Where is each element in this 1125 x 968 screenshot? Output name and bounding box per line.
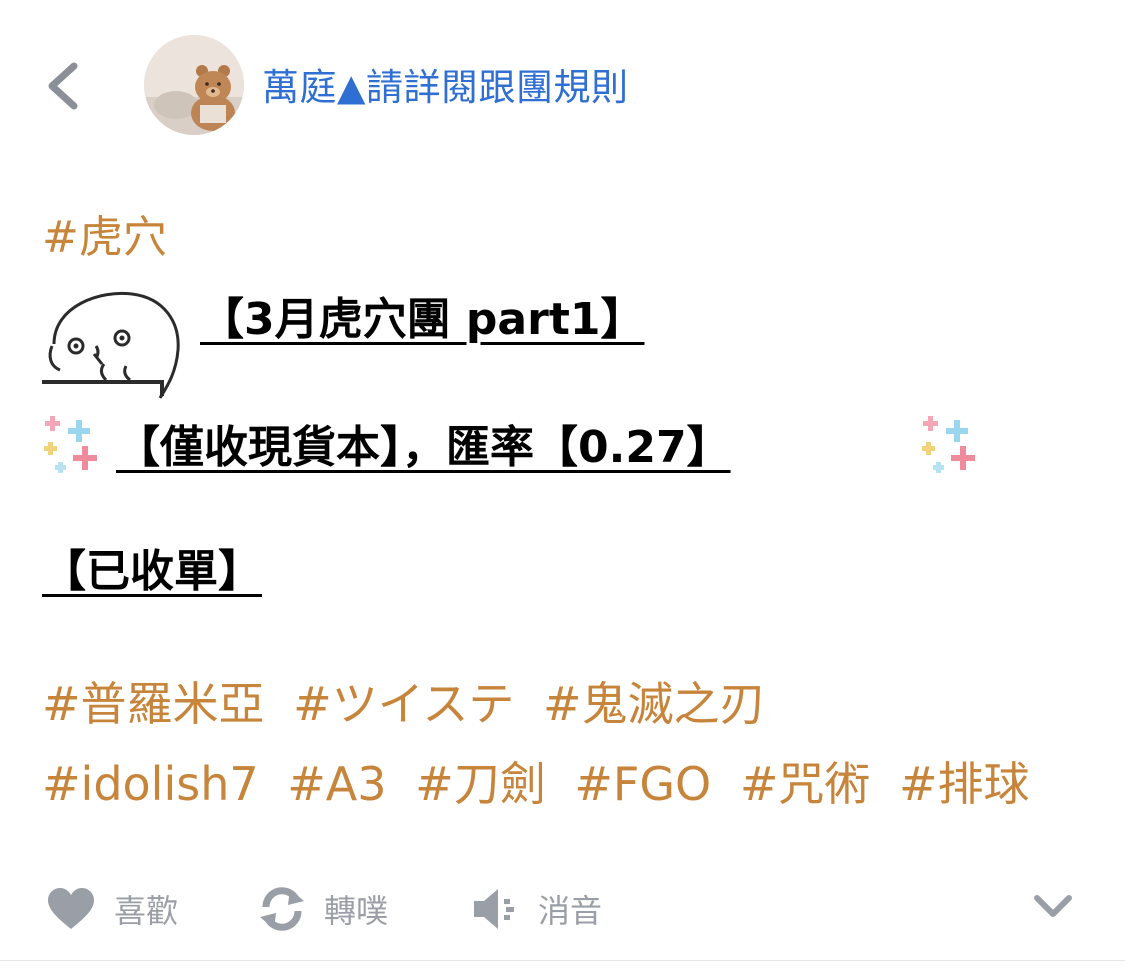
- chevron-down-icon[interactable]: [1033, 892, 1073, 920]
- hashtag[interactable]: #咒術: [740, 744, 871, 824]
- username[interactable]: 萬庭▲請詳閱跟團規則: [262, 60, 628, 116]
- heart-icon: [48, 888, 94, 929]
- refresh-icon: [260, 887, 304, 931]
- peeking-ghost-sticker: [42, 291, 180, 399]
- hashtags-row-2: #idolish7 #A3 #刀劍 #FGO #咒術 #排球: [42, 744, 1082, 824]
- hashtag[interactable]: #刀劍: [415, 744, 546, 824]
- hashtag[interactable]: #普羅米亞: [42, 664, 265, 744]
- mute-button[interactable]: 消音: [472, 874, 602, 944]
- hashtag[interactable]: #A3: [287, 744, 386, 824]
- sparkles-icon: [44, 416, 97, 473]
- like-label: 喜歡: [114, 892, 179, 930]
- post-title[interactable]: 【3月虎穴團 part1】: [200, 294, 644, 345]
- hashtag[interactable]: #排球: [899, 744, 1030, 824]
- action-bar: 喜歡 轉噗 消音: [0, 874, 1125, 944]
- hashtag-top[interactable]: #虎穴: [42, 208, 167, 268]
- hashtags-row-1: #普羅米亞 #ツイステ #鬼滅之刃: [42, 664, 1082, 744]
- hashtag[interactable]: #ツイステ: [293, 664, 514, 744]
- avatar[interactable]: [144, 35, 244, 135]
- back-chevron-icon[interactable]: [40, 58, 88, 114]
- like-button[interactable]: 喜歡: [46, 874, 178, 944]
- speaker-mute-icon: [474, 889, 514, 929]
- sparkles-icon: [922, 416, 975, 473]
- hashtag[interactable]: #鬼滅之刃: [543, 664, 766, 744]
- hashtags: #普羅米亞 #ツイステ #鬼滅之刃 #idolish7 #A3 #刀劍 #FGO…: [42, 664, 1082, 824]
- post-line-3[interactable]: 【已收單】: [42, 546, 262, 597]
- post-line-2[interactable]: 【僅收現貨本】，匯率【0.27】: [116, 422, 731, 473]
- hashtag[interactable]: #FGO: [574, 744, 711, 824]
- replurk-button[interactable]: 轉噗: [258, 874, 388, 944]
- teddy-bear-icon: [144, 35, 244, 135]
- replurk-label: 轉噗: [324, 892, 389, 930]
- divider: [0, 960, 1125, 961]
- mute-label: 消音: [538, 892, 603, 930]
- hashtag[interactable]: #idolish7: [42, 744, 259, 824]
